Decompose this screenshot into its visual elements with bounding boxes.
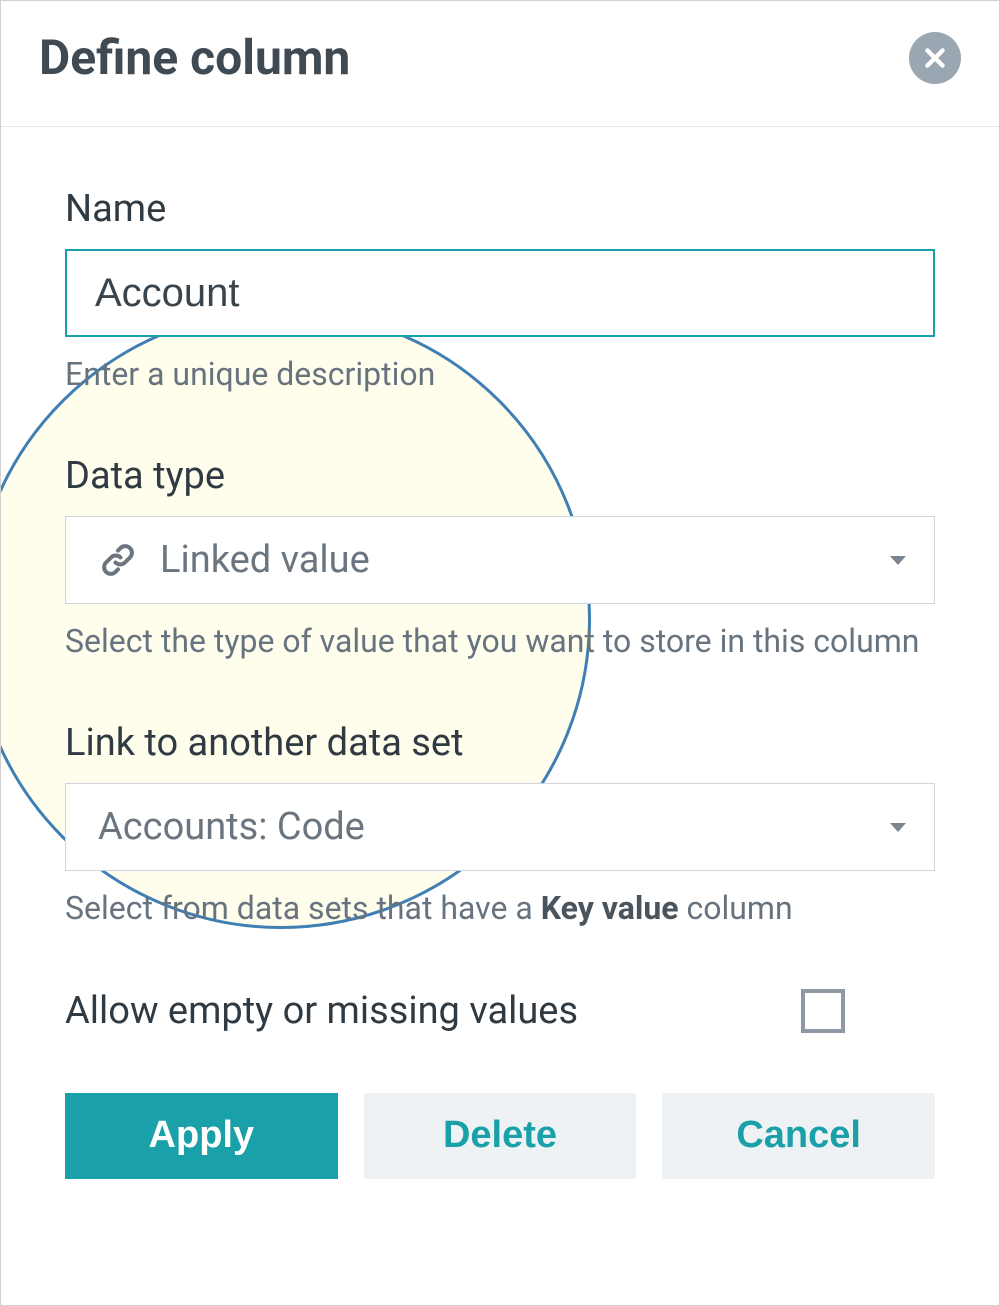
delete-button[interactable]: Delete: [364, 1093, 637, 1179]
allow-empty-row: Allow empty or missing values: [65, 989, 935, 1033]
link-to-help-bold: Key value: [541, 889, 679, 927]
data-type-field-group: Data type Linked value Select the type o…: [65, 454, 935, 663]
name-field-group: Name Enter a unique description: [65, 187, 935, 396]
apply-button[interactable]: Apply: [65, 1093, 338, 1179]
link-to-field-group: Link to another data set Accounts: Code …: [65, 721, 935, 930]
data-type-label: Data type: [65, 454, 935, 498]
data-type-select[interactable]: Linked value: [65, 516, 935, 604]
chevron-down-icon: [890, 823, 906, 832]
dialog-button-row: Apply Delete Cancel: [65, 1093, 935, 1179]
data-type-value: Linked value: [160, 538, 890, 582]
name-label: Name: [65, 187, 935, 231]
link-to-value: Accounts: Code: [98, 805, 890, 849]
data-type-help: Select the type of value that you want t…: [65, 620, 935, 663]
close-button[interactable]: [909, 32, 961, 84]
define-column-dialog: Define column Name Enter a unique descri…: [0, 0, 1000, 1306]
chevron-down-icon: [890, 556, 906, 565]
close-icon: [922, 45, 948, 71]
link-icon: [98, 540, 138, 580]
link-to-help-prefix: Select from data sets that have a: [65, 889, 541, 927]
name-input[interactable]: [65, 249, 935, 337]
link-to-help: Select from data sets that have a Key va…: [65, 887, 935, 930]
name-help: Enter a unique description: [65, 353, 935, 396]
link-to-help-suffix: column: [679, 889, 793, 927]
dialog-header: Define column: [1, 1, 999, 127]
dialog-body: Name Enter a unique description Data typ…: [1, 127, 999, 1179]
dialog-title: Define column: [39, 29, 350, 86]
allow-empty-label: Allow empty or missing values: [65, 989, 578, 1033]
link-to-select[interactable]: Accounts: Code: [65, 783, 935, 871]
allow-empty-checkbox[interactable]: [801, 989, 845, 1033]
link-to-label: Link to another data set: [65, 721, 935, 765]
cancel-button[interactable]: Cancel: [662, 1093, 935, 1179]
